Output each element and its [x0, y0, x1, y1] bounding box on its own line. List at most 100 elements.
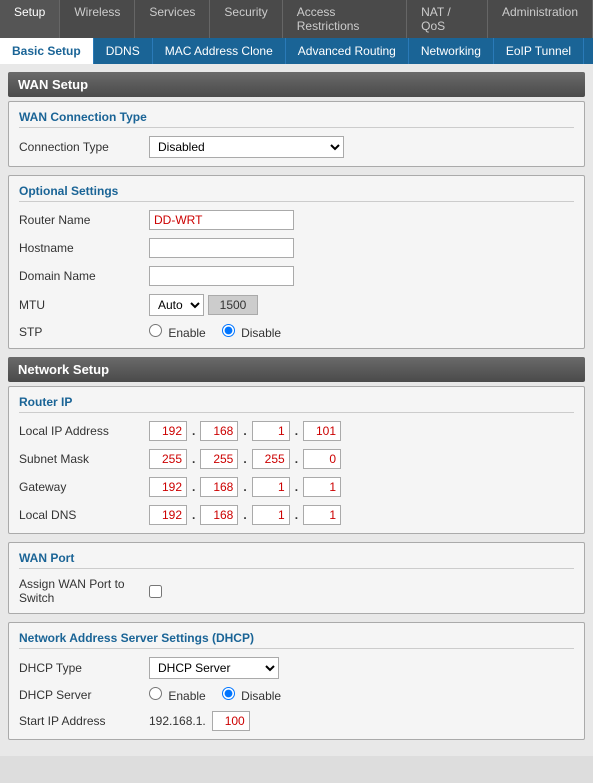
stp-enable-label[interactable]: Enable	[149, 324, 206, 340]
assign-wan-control	[149, 585, 167, 598]
hostname-label: Hostname	[19, 241, 149, 255]
sub-nav-tab-basic-setup[interactable]: Basic Setup	[0, 38, 94, 64]
local-dns-row: Local DNS . . .	[19, 505, 574, 525]
top-nav-tab-access-restrictions[interactable]: Access Restrictions	[283, 0, 407, 38]
subnet-mask-label: Subnet Mask	[19, 452, 149, 466]
start-ip-suffix-input[interactable]	[212, 711, 250, 731]
start-ip-row: Start IP Address 192.168.1.	[19, 711, 574, 731]
dhcp-subsection: Network Address Server Settings (DHCP) D…	[8, 622, 585, 740]
wan-setup-header: WAN Setup	[8, 72, 585, 97]
dns-3[interactable]	[252, 505, 290, 525]
domain-name-control	[149, 266, 294, 286]
local-ip-control: . . .	[149, 421, 341, 441]
network-setup-section: Network Setup Router IP Local IP Address…	[8, 357, 585, 740]
network-setup-header: Network Setup	[8, 357, 585, 382]
top-nav-tab-setup[interactable]: Setup	[0, 0, 60, 38]
dot8: .	[243, 480, 246, 494]
dhcp-title: Network Address Server Settings (DHCP)	[19, 631, 574, 649]
subnet-4[interactable]	[303, 449, 341, 469]
dhcp-server-row: DHCP Server Enable Disable	[19, 687, 574, 703]
gateway-2[interactable]	[200, 477, 238, 497]
dhcp-disable-radio[interactable]	[222, 687, 235, 700]
subnet-2[interactable]	[200, 449, 238, 469]
assign-wan-checkbox[interactable]	[149, 585, 162, 598]
gateway-label: Gateway	[19, 480, 149, 494]
router-ip-subsection: Router IP Local IP Address . . . Subnet …	[8, 386, 585, 534]
sub-nav-tab-mac-address-clone[interactable]: MAC Address Clone	[153, 38, 286, 64]
dns-4[interactable]	[303, 505, 341, 525]
router-name-input[interactable]	[149, 210, 294, 230]
top-nav-tab-services[interactable]: Services	[135, 0, 210, 38]
subnet-mask-row: Subnet Mask . . .	[19, 449, 574, 469]
stp-label: STP	[19, 325, 149, 339]
local-ip-1[interactable]	[149, 421, 187, 441]
router-name-row: Router Name	[19, 210, 574, 230]
dot3: .	[295, 424, 298, 438]
router-name-control	[149, 210, 294, 230]
optional-settings-subsection: Optional Settings Router Name Hostname D…	[8, 175, 585, 349]
hostname-input[interactable]	[149, 238, 294, 258]
mtu-select[interactable]: Auto Manual	[149, 294, 204, 316]
stp-disable-label[interactable]: Disable	[222, 324, 281, 340]
start-ip-control: 192.168.1.	[149, 711, 250, 731]
hostname-row: Hostname	[19, 238, 574, 258]
dot5: .	[243, 452, 246, 466]
wan-port-subsection: WAN Port Assign WAN Port to Switch	[8, 542, 585, 614]
dot10: .	[192, 508, 195, 522]
dot4: .	[192, 452, 195, 466]
assign-wan-label: Assign WAN Port to Switch	[19, 577, 149, 605]
connection-type-control: Disabled Automatic Configuration - DHCP …	[149, 136, 344, 158]
start-ip-label: Start IP Address	[19, 714, 149, 728]
gateway-row: Gateway . . .	[19, 477, 574, 497]
gateway-3[interactable]	[252, 477, 290, 497]
dot1: .	[192, 424, 195, 438]
dhcp-enable-radio[interactable]	[149, 687, 162, 700]
stp-disable-radio[interactable]	[222, 324, 235, 337]
connection-type-select[interactable]: Disabled Automatic Configuration - DHCP …	[149, 136, 344, 158]
mtu-value-input[interactable]	[208, 295, 258, 315]
dhcp-enable-label[interactable]: Enable	[149, 687, 206, 703]
dns-2[interactable]	[200, 505, 238, 525]
start-ip-prefix: 192.168.1.	[149, 714, 206, 728]
sub-nav-tab-advanced-routing[interactable]: Advanced Routing	[286, 38, 409, 64]
domain-name-label: Domain Name	[19, 269, 149, 283]
local-ip-2[interactable]	[200, 421, 238, 441]
top-nav-tab-wireless[interactable]: Wireless	[60, 0, 135, 38]
connection-type-label: Connection Type	[19, 140, 149, 154]
top-nav-tab-security[interactable]: Security	[210, 0, 282, 38]
subnet-3[interactable]	[252, 449, 290, 469]
subnet-1[interactable]	[149, 449, 187, 469]
dot6: .	[295, 452, 298, 466]
wan-connection-type-title: WAN Connection Type	[19, 110, 574, 128]
local-dns-label: Local DNS	[19, 508, 149, 522]
dhcp-type-select[interactable]: DHCP Server DHCP Forwarder Disabled	[149, 657, 279, 679]
router-name-label: Router Name	[19, 213, 149, 227]
sub-nav-tab-networking[interactable]: Networking	[409, 38, 494, 64]
gateway-4[interactable]	[303, 477, 341, 497]
domain-name-row: Domain Name	[19, 266, 574, 286]
domain-name-input[interactable]	[149, 266, 294, 286]
stp-control: Enable Disable	[149, 324, 293, 340]
dot11: .	[243, 508, 246, 522]
dhcp-server-control: Enable Disable	[149, 687, 293, 703]
subnet-mask-control: . . .	[149, 449, 341, 469]
local-ip-label: Local IP Address	[19, 424, 149, 438]
sub-nav-tab-eoip-tunnel[interactable]: EoIP Tunnel	[494, 38, 584, 64]
dot7: .	[192, 480, 195, 494]
local-ip-row: Local IP Address . . .	[19, 421, 574, 441]
dhcp-disable-label[interactable]: Disable	[222, 687, 281, 703]
dot9: .	[295, 480, 298, 494]
local-ip-4[interactable]	[303, 421, 341, 441]
mtu-label: MTU	[19, 298, 149, 312]
mtu-row: MTU Auto Manual	[19, 294, 574, 316]
mtu-control: Auto Manual	[149, 294, 258, 316]
dns-1[interactable]	[149, 505, 187, 525]
local-ip-3[interactable]	[252, 421, 290, 441]
gateway-1[interactable]	[149, 477, 187, 497]
stp-enable-radio[interactable]	[149, 324, 162, 337]
top-nav-tab-nat-qos[interactable]: NAT / QoS	[407, 0, 488, 38]
dhcp-type-row: DHCP Type DHCP Server DHCP Forwarder Dis…	[19, 657, 574, 679]
local-dns-control: . . .	[149, 505, 341, 525]
sub-nav-tab-ddns[interactable]: DDNS	[94, 38, 153, 64]
top-nav-tab-administration[interactable]: Administration	[488, 0, 593, 38]
